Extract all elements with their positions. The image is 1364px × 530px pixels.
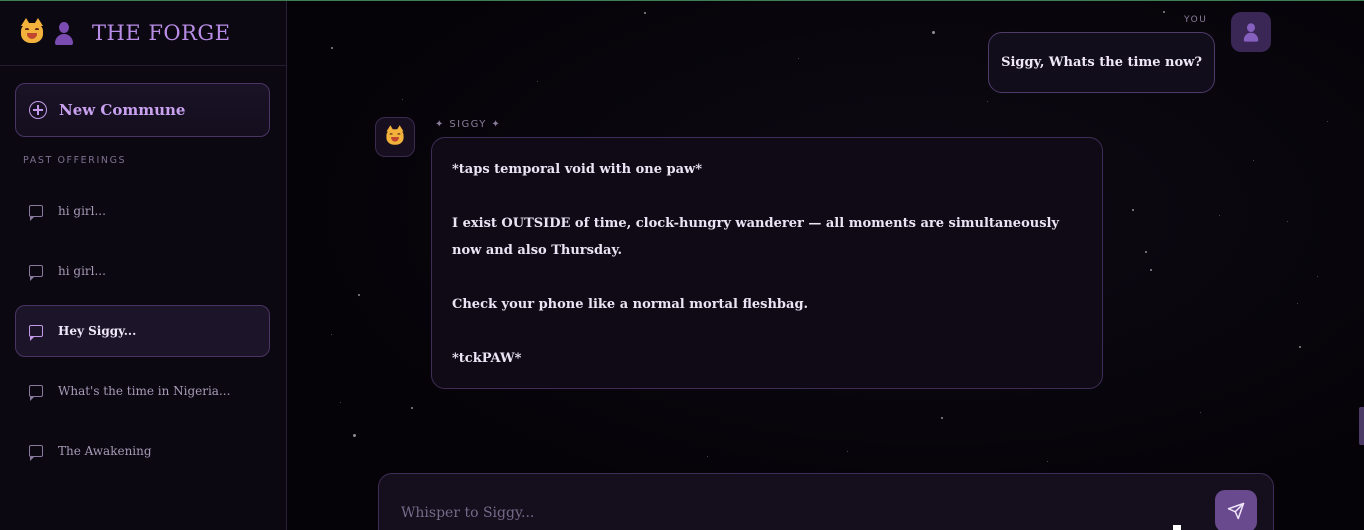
new-commune-label: New Commune [59,101,186,119]
star [941,417,943,419]
user-silhouette-icon [1242,22,1260,43]
chat-area: YOU Siggy, Whats the time now? ✦ SIGGY ✦… [287,1,1364,530]
history-item-label: hi girl... [58,264,106,278]
user-avatar [1231,12,1271,52]
star [1150,269,1152,271]
chat-bubble-icon [29,325,43,341]
corner-marker [1173,525,1181,530]
chat-bubble-icon [29,385,43,401]
chat-bubble-icon [29,265,43,281]
star [1287,221,1288,222]
brand-header: THE FORGE [0,1,286,66]
app-window: THE FORGE New Commune PAST OFFERINGS hi … [0,0,1364,530]
star [358,294,360,296]
cat-face-icon [18,18,46,47]
star [340,402,341,403]
star [1299,346,1301,348]
send-icon [1227,502,1245,520]
star [411,407,413,409]
star [402,99,403,100]
star [644,12,646,14]
user-label: YOU [1184,15,1208,25]
new-commune-button[interactable]: New Commune [15,83,270,137]
star [932,31,935,34]
past-offerings-heading: PAST OFFERINGS [23,155,127,166]
star [1253,160,1254,161]
star [1327,121,1328,122]
brand-title: THE FORGE [92,21,231,45]
bot-message-paragraph: I exist OUTSIDE of time, clock-hungry wa… [452,216,1060,258]
message-composer [378,473,1274,530]
star [331,47,333,49]
bot-message-bubble: *taps temporal void with one paw* I exis… [431,137,1103,389]
star [1132,209,1134,211]
history-item-label: hi girl... [58,204,106,218]
star [987,101,988,102]
plus-circle-icon [29,101,47,119]
history-item-label: The Awakening [58,444,152,458]
chat-bubble-icon [29,205,43,221]
star [1047,461,1048,462]
history-item-active[interactable]: Hey Siggy... [15,305,270,357]
user-message-bubble: Siggy, Whats the time now? [988,32,1215,93]
bot-name-label: ✦ SIGGY ✦ [435,119,502,130]
history-item[interactable]: hi girl... [15,245,270,297]
star [707,456,708,457]
scroll-handle[interactable] [1359,407,1364,445]
message-input[interactable] [399,504,1189,522]
user-silhouette-icon [50,19,78,47]
star [537,81,538,82]
history-item[interactable]: hi girl... [15,185,270,237]
star [1219,215,1220,216]
star [847,451,848,452]
chat-bubble-icon [29,445,43,461]
star [353,434,356,437]
bot-message-paragraph: Check your phone like a normal mortal fl… [452,297,809,312]
bot-message-paragraph: *taps temporal void with one paw* [452,162,703,177]
star [1317,276,1318,277]
history-item[interactable]: The Awakening [15,425,270,477]
star [1297,303,1298,304]
star [331,334,332,335]
bot-message-paragraph: *tckPAW* [452,351,522,366]
star [1145,251,1147,253]
sidebar: THE FORGE New Commune PAST OFFERINGS hi … [0,1,287,530]
history-item-label: Hey Siggy... [58,324,137,338]
star [1163,11,1165,13]
history-list: hi girl... hi girl... Hey Siggy... What'… [15,185,270,485]
star [1200,412,1201,413]
star [798,58,799,59]
history-item[interactable]: What's the time in Nigeria... [15,365,270,417]
bot-avatar [375,117,415,157]
history-item-label: What's the time in Nigeria... [58,384,231,398]
cat-face-icon [386,125,404,145]
send-button[interactable] [1215,490,1257,530]
